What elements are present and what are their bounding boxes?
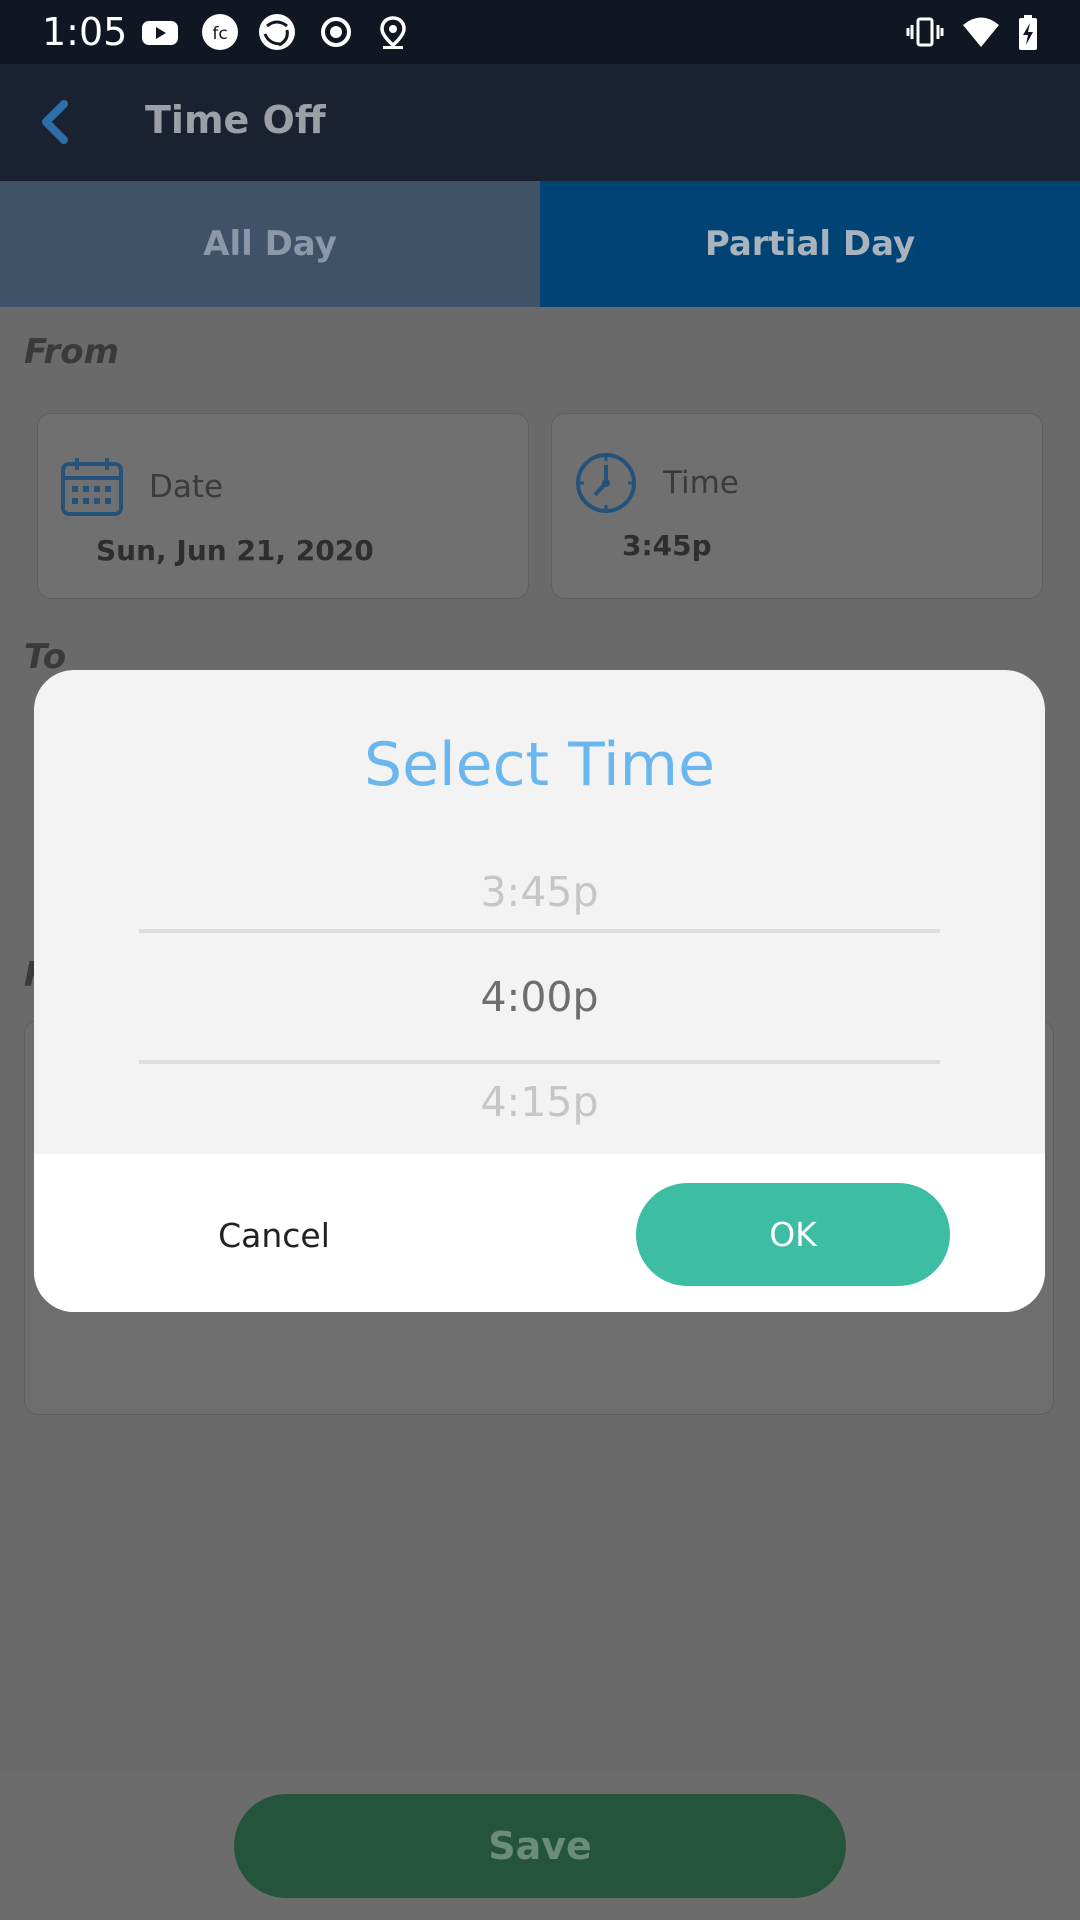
picker-option-selected[interactable]: 4:00p bbox=[34, 973, 1045, 1021]
from-time-card[interactable]: Time 3:45p bbox=[551, 413, 1043, 599]
app-bar: Time Off bbox=[0, 64, 1080, 181]
to-label: To bbox=[24, 637, 67, 677]
time-label: Time bbox=[663, 465, 739, 501]
picker-divider-top bbox=[139, 929, 940, 933]
cancel-button[interactable]: Cancel bbox=[124, 1184, 424, 1287]
ok-button[interactable]: OK bbox=[636, 1183, 950, 1286]
time-value: 3:45p bbox=[622, 529, 712, 562]
location-icon bbox=[373, 12, 413, 52]
clock-icon bbox=[573, 450, 639, 516]
back-chevron-icon[interactable] bbox=[28, 94, 84, 150]
tab-all-day[interactable]: All Day bbox=[0, 181, 540, 307]
from-label: From bbox=[24, 332, 120, 372]
select-time-dialog: Select Time 3:45p 4:00p 4:15p Cancel OK bbox=[34, 670, 1045, 1312]
record-icon bbox=[316, 12, 356, 52]
status-bar: 1:05 fc bbox=[0, 0, 1080, 64]
battery-charging-icon bbox=[1008, 12, 1048, 52]
aperture-icon bbox=[257, 12, 297, 52]
youtube-icon bbox=[140, 12, 180, 52]
fc-app-icon: fc bbox=[200, 12, 240, 52]
picker-divider-bottom bbox=[139, 1060, 940, 1064]
date-value: Sun, Jun 21, 2020 bbox=[96, 534, 374, 567]
save-button[interactable]: Save bbox=[234, 1794, 846, 1898]
status-time: 1:05 bbox=[42, 10, 128, 54]
page-title: Time Off bbox=[145, 98, 326, 142]
picker-option[interactable]: 4:15p bbox=[34, 1078, 1045, 1126]
tab-bar: All Day Partial Day bbox=[0, 181, 1080, 307]
from-date-card[interactable]: Date Sun, Jun 21, 2020 bbox=[37, 413, 529, 599]
svg-text:fc: fc bbox=[212, 24, 227, 44]
dialog-title: Select Time bbox=[363, 730, 715, 800]
wifi-icon bbox=[961, 12, 1001, 52]
vibrate-icon bbox=[905, 12, 945, 52]
calendar-icon bbox=[59, 454, 125, 520]
date-label: Date bbox=[149, 469, 224, 505]
picker-option[interactable]: 3:45p bbox=[34, 868, 1045, 916]
tab-partial-day[interactable]: Partial Day bbox=[540, 181, 1080, 307]
dialog-footer: Cancel OK bbox=[34, 1154, 1045, 1312]
